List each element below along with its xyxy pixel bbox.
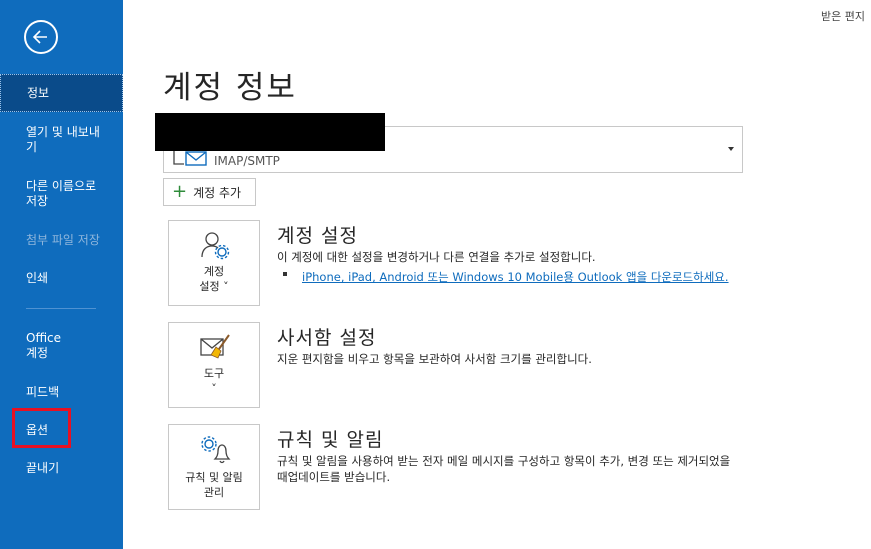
nav-feedback[interactable]: 피드백 — [0, 385, 123, 400]
nav-exit[interactable]: 끝내기 — [0, 461, 123, 476]
account-settings-title: 계정 설정 — [277, 225, 358, 247]
nav-save-attachments[interactable]: 첨부 파일 저장 — [0, 233, 123, 248]
nav-print-label: 인쇄 — [26, 271, 49, 285]
account-settings-desc: 이 계정에 대한 설정을 변경하거나 다른 연결을 추가로 설정합니다. — [277, 250, 596, 264]
redacted-account-email — [155, 113, 385, 151]
nav-save-as[interactable]: 다른 이름으로 저장 — [0, 179, 123, 209]
nav-save-as-label: 다른 이름으로 저장 — [26, 179, 97, 208]
mailbox-tools-tile[interactable]: 도구 ˅ — [168, 322, 260, 408]
mailbox-settings-title: 사서함 설정 — [277, 327, 377, 349]
nav-open-export[interactable]: 열기 및 내보내기 — [0, 125, 123, 155]
nav-office-account-label: Office 계정 — [26, 331, 62, 360]
add-account-button[interactable]: + 계정 추가 — [163, 178, 256, 206]
nav-feedback-label: 피드백 — [26, 385, 60, 399]
page-title: 계정 정보 — [163, 70, 297, 106]
account-settings-tile-label: 계정 설정 ˅ — [199, 265, 229, 293]
rules-alerts-desc: 규칙 및 알림을 사용하여 받는 전자 메일 메시지를 구성하고 항목이 추가,… — [277, 454, 731, 484]
rules-alerts-title: 규칙 및 알림 — [277, 429, 384, 451]
nav-info[interactable]: 정보 — [0, 74, 123, 112]
user-gear-icon — [201, 232, 230, 260]
gear-bell-icon — [201, 436, 231, 464]
mailbox-settings-desc: 지운 편지함을 비우고 항목을 보관하여 사서함 크기를 관리합니다. — [277, 352, 592, 366]
mail-account-icon — [173, 150, 207, 166]
options-highlight-box — [12, 408, 71, 448]
add-account-label: 계정 추가 — [193, 185, 242, 200]
rules-alerts-tile[interactable]: 규칙 및 알림 관리 — [168, 424, 260, 510]
nav-office-account[interactable]: Office 계정 — [0, 331, 123, 361]
nav-exit-label: 끝내기 — [26, 461, 60, 475]
nav-info-label: 정보 — [27, 85, 50, 100]
account-settings-tile[interactable]: 계정 설정 ˅ — [168, 220, 260, 306]
bullet-icon — [283, 272, 287, 276]
nav-open-export-label: 열기 및 내보내기 — [26, 125, 100, 154]
arrow-left-icon — [32, 30, 47, 44]
back-button[interactable] — [24, 20, 58, 54]
nav-print[interactable]: 인쇄 — [0, 271, 123, 286]
sidebar-divider — [26, 308, 96, 309]
mailbox-tools-tile-label: 도구 ˅ — [203, 367, 225, 395]
download-outlook-app-link[interactable]: iPhone, iPad, Android 또는 Windows 10 Mobi… — [302, 269, 729, 285]
account-type: IMAP/SMTP — [214, 154, 280, 168]
nav-save-attachments-label: 첨부 파일 저장 — [26, 233, 100, 247]
mailbox-broom-icon — [200, 334, 230, 359]
rules-alerts-tile-label: 규칙 및 알림 관리 — [185, 471, 243, 499]
backstage-sidebar: 정보 열기 및 내보내기 다른 이름으로 저장 첨부 파일 저장 인쇄 Offi… — [0, 0, 123, 549]
inbox-label: 받은 편지 — [821, 10, 865, 23]
chevron-down-icon — [728, 147, 734, 151]
plus-icon: + — [172, 181, 188, 202]
